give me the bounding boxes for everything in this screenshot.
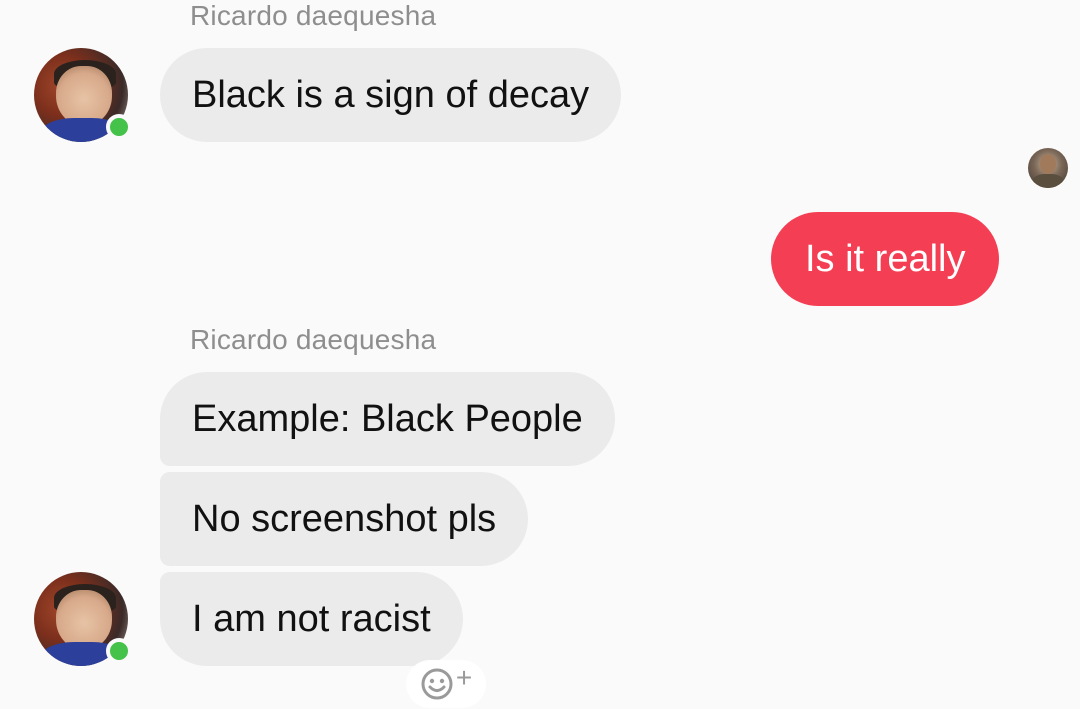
sender-name: Ricardo daequesha <box>190 324 437 355</box>
sender-name: Ricardo daequesha <box>190 0 437 31</box>
online-status-icon <box>106 114 132 140</box>
chat-thread: Ricardo daequesha Black is a sign of dec… <box>0 0 1080 709</box>
message-text: I am not racist <box>192 597 431 640</box>
smiley-icon <box>421 668 453 700</box>
message-text: No screenshot pls <box>192 497 497 540</box>
own-avatar <box>1028 148 1068 188</box>
incoming-message-bubble[interactable]: Example: Black People <box>160 372 615 466</box>
message-text: Is it really <box>805 237 966 280</box>
online-status-icon <box>106 638 132 664</box>
message-text: Black is a sign of decay <box>192 73 590 116</box>
contact-avatar[interactable] <box>34 572 132 666</box>
plus-icon: + <box>455 662 473 693</box>
incoming-message-bubble[interactable]: Black is a sign of decay <box>160 48 622 142</box>
contact-avatar[interactable] <box>34 48 132 142</box>
incoming-message-bubble[interactable]: I am not racist <box>160 572 463 666</box>
message-text: Example: Black People <box>192 397 583 440</box>
add-reaction-button[interactable]: + <box>406 660 486 708</box>
outgoing-message-bubble[interactable]: Is it really <box>771 212 1000 306</box>
incoming-message-bubble[interactable]: No screenshot pls <box>160 472 529 566</box>
